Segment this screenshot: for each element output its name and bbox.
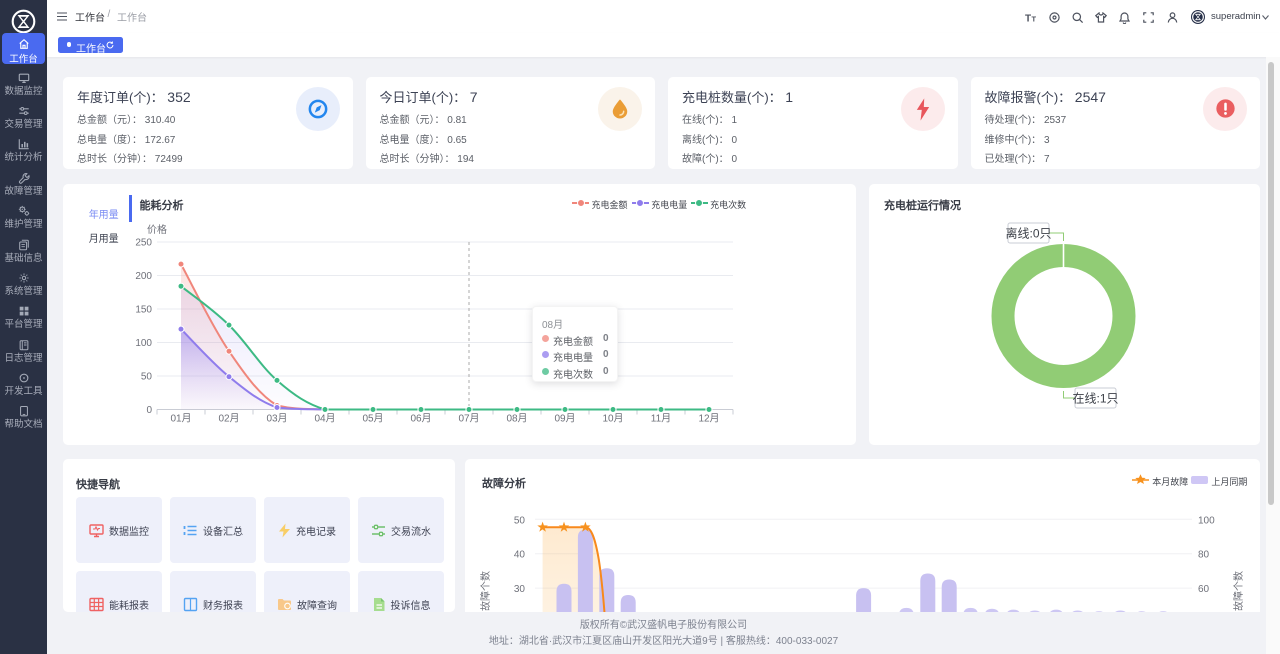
svg-text:30: 30: [514, 584, 526, 595]
svg-text:200: 200: [135, 271, 152, 282]
svg-text:在线:1只: 在线:1只: [1072, 392, 1118, 406]
svg-text:离线:0只: 离线:0只: [1005, 226, 1051, 241]
svg-text:05月: 05月: [362, 413, 383, 425]
svg-text:50: 50: [514, 515, 526, 526]
svg-text:06月: 06月: [410, 413, 431, 425]
svg-text:07月: 07月: [458, 413, 479, 425]
svg-text:价格: 价格: [147, 223, 167, 236]
svg-text:03月: 03月: [266, 413, 287, 425]
svg-text:60: 60: [1198, 584, 1210, 595]
svg-text:02月: 02月: [218, 413, 239, 425]
svg-text:01月: 01月: [170, 413, 191, 425]
svg-text:10月: 10月: [602, 413, 623, 425]
svg-text:12月: 12月: [698, 413, 719, 425]
svg-text:40: 40: [514, 550, 526, 561]
svg-text:T: T: [1032, 15, 1037, 24]
svg-text:09月: 09月: [554, 413, 575, 425]
svg-text:08月: 08月: [506, 413, 527, 425]
svg-text:11月: 11月: [651, 413, 671, 425]
svg-text:80: 80: [1198, 550, 1210, 561]
svg-text:150: 150: [135, 305, 152, 316]
svg-text:04月: 04月: [314, 413, 335, 425]
svg-text:100: 100: [1198, 515, 1215, 526]
svg-text:故障个数: 故障个数: [1232, 571, 1245, 611]
svg-text:50: 50: [141, 372, 153, 383]
svg-text:250: 250: [135, 238, 152, 249]
svg-text:故障个数: 故障个数: [479, 571, 492, 611]
svg-text:100: 100: [135, 338, 152, 349]
svg-text:T: T: [1025, 14, 1031, 24]
svg-text:0: 0: [146, 405, 152, 416]
